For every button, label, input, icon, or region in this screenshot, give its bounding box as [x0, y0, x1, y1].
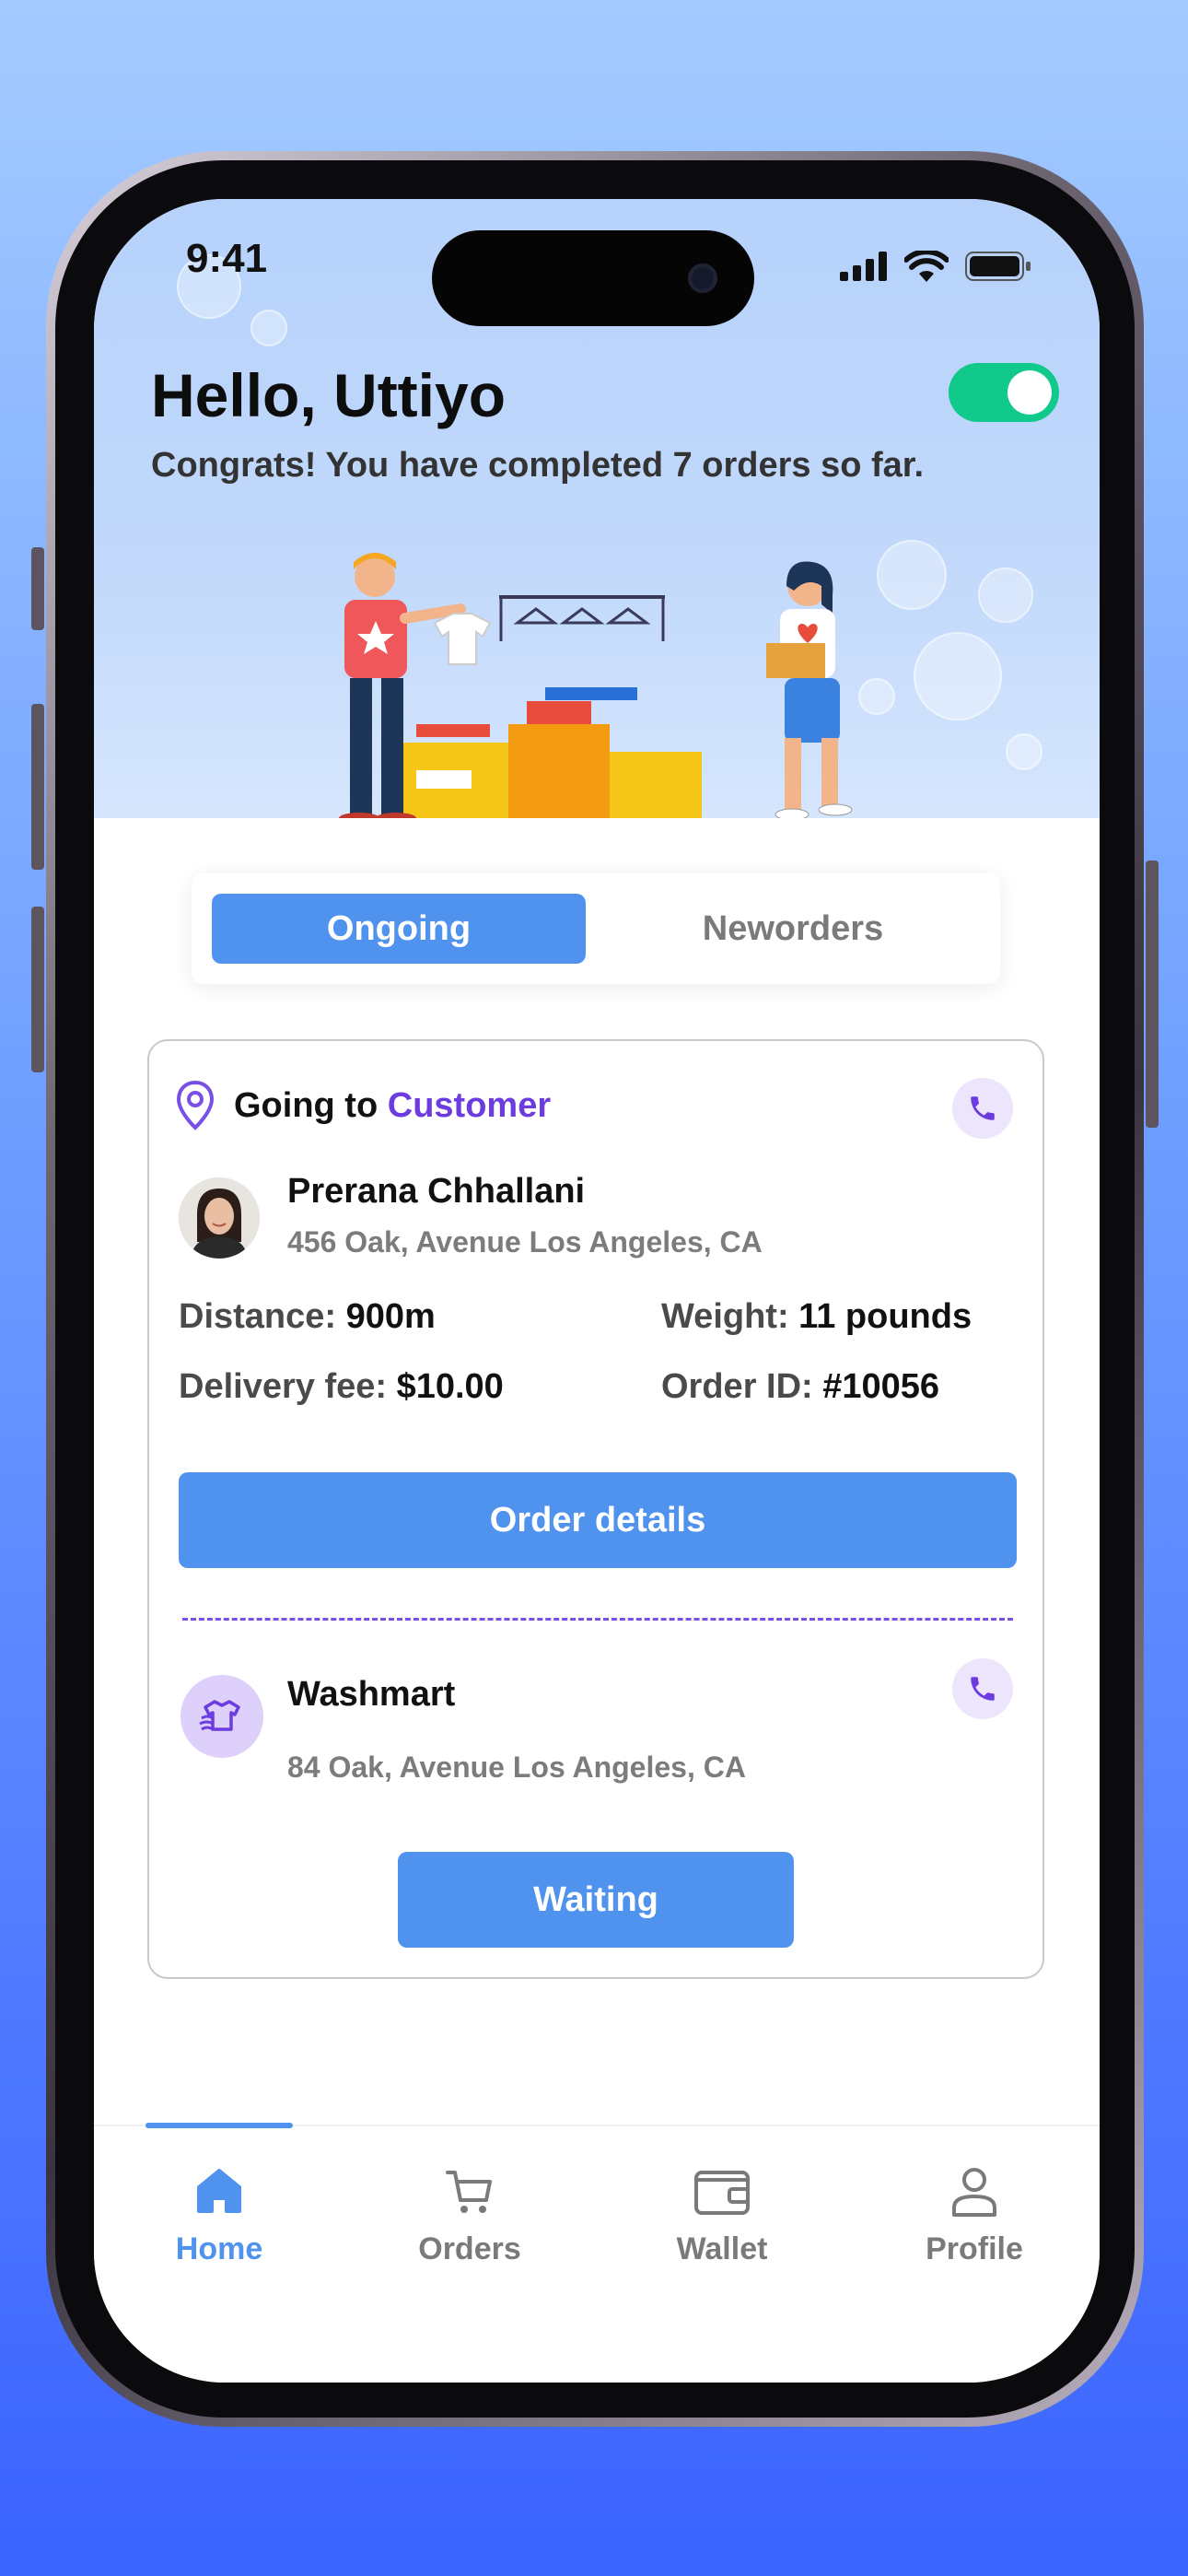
- nav-orders-label: Orders: [418, 2231, 521, 2266]
- cart-icon: [446, 2171, 492, 2213]
- nav-home-label: Home: [175, 2231, 263, 2266]
- online-status-toggle[interactable]: [949, 363, 1059, 422]
- shop-name: Washmart: [287, 1675, 456, 1714]
- destination-header: Going to Customer: [175, 1080, 551, 1131]
- phone-icon: [971, 1677, 995, 1701]
- wifi-icon: [904, 251, 949, 282]
- going-to-label: Going to Customer: [234, 1086, 551, 1126]
- call-customer-button[interactable]: [952, 1078, 1013, 1139]
- nav-wallet-label: Wallet: [676, 2231, 768, 2266]
- active-tab-indicator: [146, 2123, 293, 2128]
- delivery-fee-value: $10.00: [396, 1367, 504, 1406]
- call-shop-button[interactable]: [952, 1658, 1013, 1719]
- order-details-button[interactable]: Order details: [179, 1472, 1017, 1568]
- tab-ongoing[interactable]: Ongoing: [212, 894, 586, 964]
- nav-home[interactable]: Home: [127, 2163, 311, 2267]
- going-to-target: Customer: [387, 1085, 552, 1125]
- volume-up-button: [31, 704, 44, 870]
- weight-value: 11 pounds: [798, 1297, 973, 1336]
- wallet-icon: [694, 2171, 750, 2215]
- distance-info: Distance: 900m: [179, 1297, 436, 1337]
- toggle-knob: [1007, 370, 1052, 415]
- weight-label: Weight:: [661, 1297, 789, 1336]
- profile-icon: [952, 2168, 996, 2217]
- distance-value: 900m: [345, 1297, 436, 1336]
- nav-orders[interactable]: Orders: [378, 2163, 562, 2267]
- status-icons: [840, 251, 1031, 282]
- order-card: Going to Customer Prerana Chhallani 456 …: [147, 1039, 1044, 1979]
- phone-bezel: 9:41 Hello, Uttiyo Congrats! You have co…: [55, 160, 1135, 2418]
- volume-down-button: [31, 907, 44, 1072]
- nav-profile-label: Profile: [926, 2231, 1023, 2266]
- mute-switch: [31, 547, 44, 630]
- cellular-signal-icon: [840, 252, 887, 281]
- app-screen: 9:41 Hello, Uttiyo Congrats! You have co…: [94, 199, 1100, 2383]
- distance-label: Distance:: [179, 1297, 337, 1336]
- order-id-label: Order ID:: [661, 1367, 813, 1406]
- laundry-shop-icon: [181, 1675, 263, 1758]
- delivery-fee-info: Delivery fee: $10.00: [179, 1367, 504, 1407]
- location-pin-icon: [176, 1080, 215, 1130]
- header-banner: 9:41 Hello, Uttiyo Congrats! You have co…: [94, 199, 1100, 818]
- waiting-status-button[interactable]: Waiting: [398, 1852, 794, 1948]
- phone-frame: 9:41 Hello, Uttiyo Congrats! You have co…: [31, 151, 1159, 2427]
- order-tabs: Ongoing Neworders: [192, 873, 1000, 984]
- dynamic-island: [432, 230, 754, 326]
- customer-name: Prerana Chhallani: [287, 1172, 586, 1211]
- nav-profile[interactable]: Profile: [882, 2163, 1066, 2267]
- battery-icon: [965, 252, 1031, 281]
- power-button: [1146, 861, 1159, 1128]
- greeting-title: Hello, Uttiyo: [151, 361, 507, 429]
- shop-address: 84 Oak, Avenue Los Angeles, CA: [287, 1751, 746, 1784]
- phone-icon: [971, 1096, 995, 1120]
- laundry-illustration: [339, 553, 853, 818]
- customer-avatar: [179, 1177, 260, 1259]
- order-id-info: Order ID: #10056: [661, 1367, 939, 1407]
- bottom-navigation: Home Orders Wallet Profile: [94, 2123, 1100, 2383]
- delivery-fee-label: Delivery fee:: [179, 1367, 388, 1406]
- orders-congrats-text: Congrats! You have completed 7 orders so…: [151, 446, 925, 485]
- customer-address: 456 Oak, Avenue Los Angeles, CA: [287, 1225, 763, 1259]
- nav-wallet[interactable]: Wallet: [630, 2163, 814, 2267]
- route-divider: [182, 1618, 1013, 1621]
- tab-neworders[interactable]: Neworders: [606, 894, 980, 964]
- weight-info: Weight: 11 pounds: [661, 1297, 972, 1337]
- going-to-prefix: Going to: [234, 1085, 379, 1125]
- status-time: 9:41: [186, 236, 268, 281]
- home-icon: [197, 2169, 241, 2213]
- status-bar: 9:41: [94, 199, 1100, 337]
- order-id-value: #10056: [822, 1367, 940, 1406]
